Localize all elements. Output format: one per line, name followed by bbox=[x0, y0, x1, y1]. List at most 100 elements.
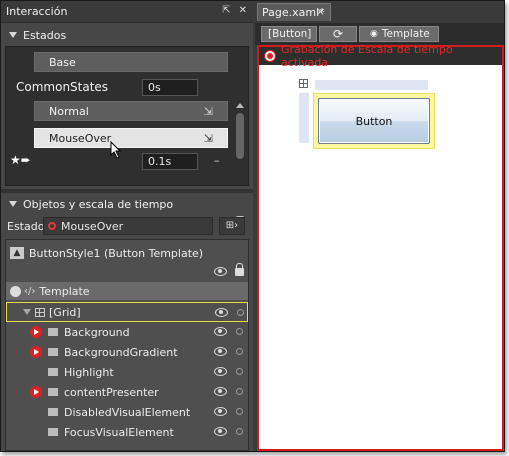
tree-item[interactable]: [Grid] bbox=[6, 302, 248, 322]
rectangle-icon bbox=[48, 408, 58, 416]
template-row[interactable]: ‹/› Template bbox=[6, 282, 248, 300]
tree-item[interactable]: BackgroundGradient bbox=[6, 342, 248, 362]
visibility-eye-icon[interactable] bbox=[214, 347, 227, 356]
tree-item[interactable]: FocusVisualElement bbox=[6, 422, 248, 442]
tree-item[interactable]: Background bbox=[6, 322, 248, 342]
recording-icon bbox=[265, 51, 275, 61]
template-eye-icon: ◉ bbox=[370, 29, 378, 39]
state-mouseover[interactable]: MouseOver ⇲ bbox=[34, 128, 228, 148]
grid-ruler-vertical[interactable] bbox=[299, 93, 309, 143]
tab-page-xaml[interactable]: Page.xaml* × bbox=[257, 3, 331, 21]
design-surface[interactable]: Grabación de Escala de tiempo activada B… bbox=[257, 43, 504, 451]
visibility-eye-icon[interactable] bbox=[214, 367, 227, 376]
remove-transition-button[interactable]: – bbox=[214, 154, 220, 167]
animation-recorded-icon[interactable] bbox=[30, 386, 42, 398]
template-root-label: ButtonStyle1 (Button Template) bbox=[29, 246, 204, 260]
rectangle-icon bbox=[48, 348, 58, 356]
group-duration-input[interactable]: 0s bbox=[142, 79, 198, 96]
rectangle-icon bbox=[48, 428, 58, 436]
transition-star-arrow-icon[interactable]: ★➨ bbox=[10, 153, 31, 167]
objects-timeline: ▲ ButtonStyle1 (Button Template) ‹/› Tem… bbox=[5, 239, 249, 451]
lock-toggle-icon[interactable] bbox=[236, 388, 243, 395]
states-section-header[interactable]: Estados bbox=[1, 25, 253, 45]
states-list: Base CommonStates 0s Normal ⇲ MouseOver … bbox=[5, 46, 249, 221]
rectangle-icon bbox=[48, 368, 58, 376]
lock-toggle-icon[interactable] bbox=[236, 428, 243, 435]
objects-section-title: Objetos y escala de tiempo bbox=[23, 197, 174, 211]
lock-icon[interactable] bbox=[235, 263, 244, 276]
breadcrumb-scope[interactable]: ⟳ bbox=[319, 26, 357, 42]
collapse-triangle-icon bbox=[9, 32, 17, 38]
add-transition-icon[interactable]: ⇲ bbox=[204, 132, 213, 145]
recording-dot-icon bbox=[48, 222, 56, 230]
state-base-label: Base bbox=[49, 55, 76, 69]
lock-toggle-icon[interactable] bbox=[236, 408, 243, 415]
template-scope-icon: ‹/› bbox=[24, 285, 36, 297]
visibility-eye-icon[interactable] bbox=[215, 308, 228, 317]
state-normal-label: Normal bbox=[49, 104, 89, 118]
animation-recorded-icon[interactable] bbox=[30, 326, 42, 338]
visibility-eye-icon[interactable] bbox=[214, 407, 227, 416]
scope-up-icon[interactable]: ▲ bbox=[10, 247, 24, 259]
panel-title: Interacción bbox=[6, 5, 68, 18]
edit-scope-icon: ⟳ bbox=[332, 27, 344, 41]
selected-element-highlight[interactable]: Button bbox=[313, 93, 435, 149]
tree-item[interactable]: DisabledVisualElement bbox=[6, 402, 248, 422]
panel-splitter[interactable] bbox=[1, 189, 253, 193]
document-panel: Page.xaml* × [Button] ⟳ ◉ Template Graba… bbox=[255, 1, 504, 451]
grid-ruler-horizontal[interactable] bbox=[315, 80, 428, 90]
visibility-eye-icon[interactable] bbox=[214, 427, 227, 436]
collapse-triangle-icon bbox=[9, 201, 17, 207]
state-mouseover-label: MouseOver bbox=[49, 131, 112, 145]
add-transition-icon[interactable]: ⇲ bbox=[204, 105, 213, 118]
tree-item[interactable]: contentPresenter bbox=[6, 382, 248, 402]
template-label: Template bbox=[39, 284, 90, 298]
tree-item-label: Background bbox=[64, 325, 130, 339]
rectangle-icon bbox=[48, 388, 58, 396]
button-preview[interactable]: Button bbox=[318, 98, 430, 144]
scrollbar-thumb[interactable] bbox=[236, 113, 244, 159]
tree-item[interactable]: Highlight bbox=[6, 362, 248, 382]
application-window: Interacción ⇱ ✕ Estados Base CommonState… bbox=[0, 0, 505, 452]
timeline-toggle-button[interactable]: ⊞› bbox=[219, 217, 245, 235]
visibility-eye-icon[interactable] bbox=[214, 267, 227, 276]
lock-toggle-icon[interactable] bbox=[236, 368, 243, 375]
tree-item-label: FocusVisualElement bbox=[64, 425, 174, 439]
breadcrumb-template-label: Template bbox=[381, 28, 430, 40]
lock-toggle-icon[interactable] bbox=[236, 328, 243, 335]
panel-title-bar: Interacción ⇱ ✕ bbox=[1, 1, 253, 23]
expand-triangle-icon[interactable] bbox=[23, 309, 31, 315]
lock-toggle-icon[interactable] bbox=[236, 348, 243, 355]
state-normal[interactable]: Normal ⇲ bbox=[34, 101, 228, 121]
state-base[interactable]: Base bbox=[34, 52, 228, 72]
group-duration-value: 0s bbox=[148, 81, 161, 94]
expand-circle-icon[interactable] bbox=[10, 285, 21, 297]
scroll-up-icon[interactable] bbox=[236, 103, 244, 108]
recording-banner: Grabación de Escala de tiempo activada bbox=[259, 43, 502, 69]
breadcrumb-button-label: [Button] bbox=[268, 28, 312, 40]
visibility-eye-icon[interactable] bbox=[214, 387, 227, 396]
breadcrumb: [Button] ⟳ ◉ Template bbox=[255, 23, 504, 45]
mouse-cursor-icon bbox=[110, 141, 122, 159]
breadcrumb-button[interactable]: [Button] bbox=[261, 26, 317, 42]
estado-label: Estado bbox=[7, 219, 45, 233]
objects-section-header[interactable]: Objetos y escala de tiempo bbox=[1, 194, 253, 214]
grid-corner-icon[interactable] bbox=[299, 79, 308, 88]
visibility-eye-icon[interactable] bbox=[214, 327, 227, 336]
tree-item-label: Highlight bbox=[64, 365, 114, 379]
state-group-name: CommonStates bbox=[16, 80, 109, 94]
estado-field[interactable]: MouseOver bbox=[43, 217, 213, 235]
transition-duration-value: 0.1s bbox=[148, 155, 172, 168]
template-root-row[interactable]: ▲ ButtonStyle1 (Button Template) bbox=[10, 244, 246, 262]
recording-banner-text: Grabación de Escala de tiempo activada bbox=[280, 43, 453, 69]
lock-toggle-icon[interactable] bbox=[237, 309, 244, 316]
breadcrumb-template[interactable]: ◉ Template bbox=[359, 26, 439, 42]
states-section-title: Estados bbox=[23, 28, 67, 42]
tree-item-label: BackgroundGradient bbox=[64, 345, 178, 359]
transition-duration-input[interactable]: 0.1s bbox=[142, 153, 198, 170]
tree-item-label: DisabledVisualElement bbox=[64, 405, 191, 419]
pin-icon[interactable]: ⇱ bbox=[222, 5, 230, 16]
close-panel-icon[interactable]: ✕ bbox=[239, 5, 247, 16]
close-tab-icon[interactable]: × bbox=[316, 5, 325, 18]
animation-recorded-icon[interactable] bbox=[30, 346, 42, 358]
